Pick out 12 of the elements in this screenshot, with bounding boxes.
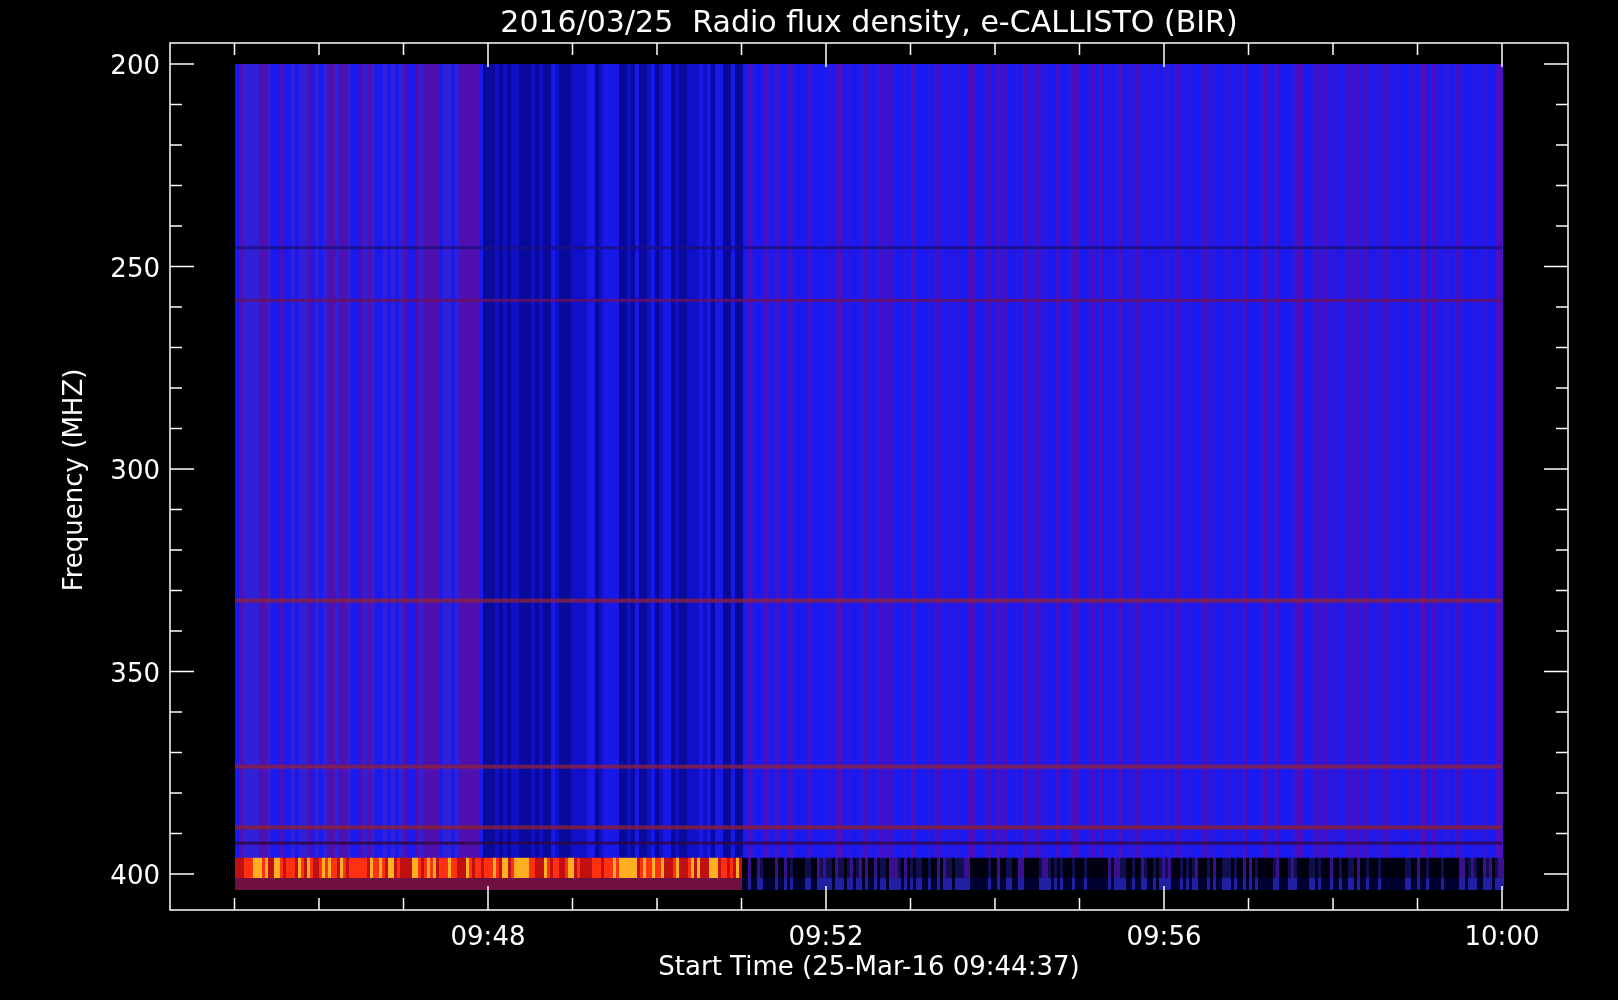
x-tick-label: 09:48 bbox=[450, 921, 526, 951]
x-axis-label: Start Time (25-Mar-16 09:44:37) bbox=[658, 951, 1080, 981]
y-tick-label: 250 bbox=[110, 252, 160, 283]
y-tick-label: 200 bbox=[110, 50, 160, 80]
x-tick-label: 09:56 bbox=[1126, 921, 1202, 951]
x-tick-label: 10:00 bbox=[1464, 921, 1540, 951]
y-tick-label: 400 bbox=[110, 860, 160, 890]
chart-title: 2016/03/25 Radio flux density, e-CALLISTO (BIR) bbox=[500, 4, 1238, 39]
y-tick-label: 350 bbox=[110, 657, 160, 688]
y-axis-label: Frequency (MHZ) bbox=[58, 368, 88, 592]
y-tick-label: 300 bbox=[110, 455, 160, 485]
x-tick-label: 09:52 bbox=[788, 921, 864, 951]
